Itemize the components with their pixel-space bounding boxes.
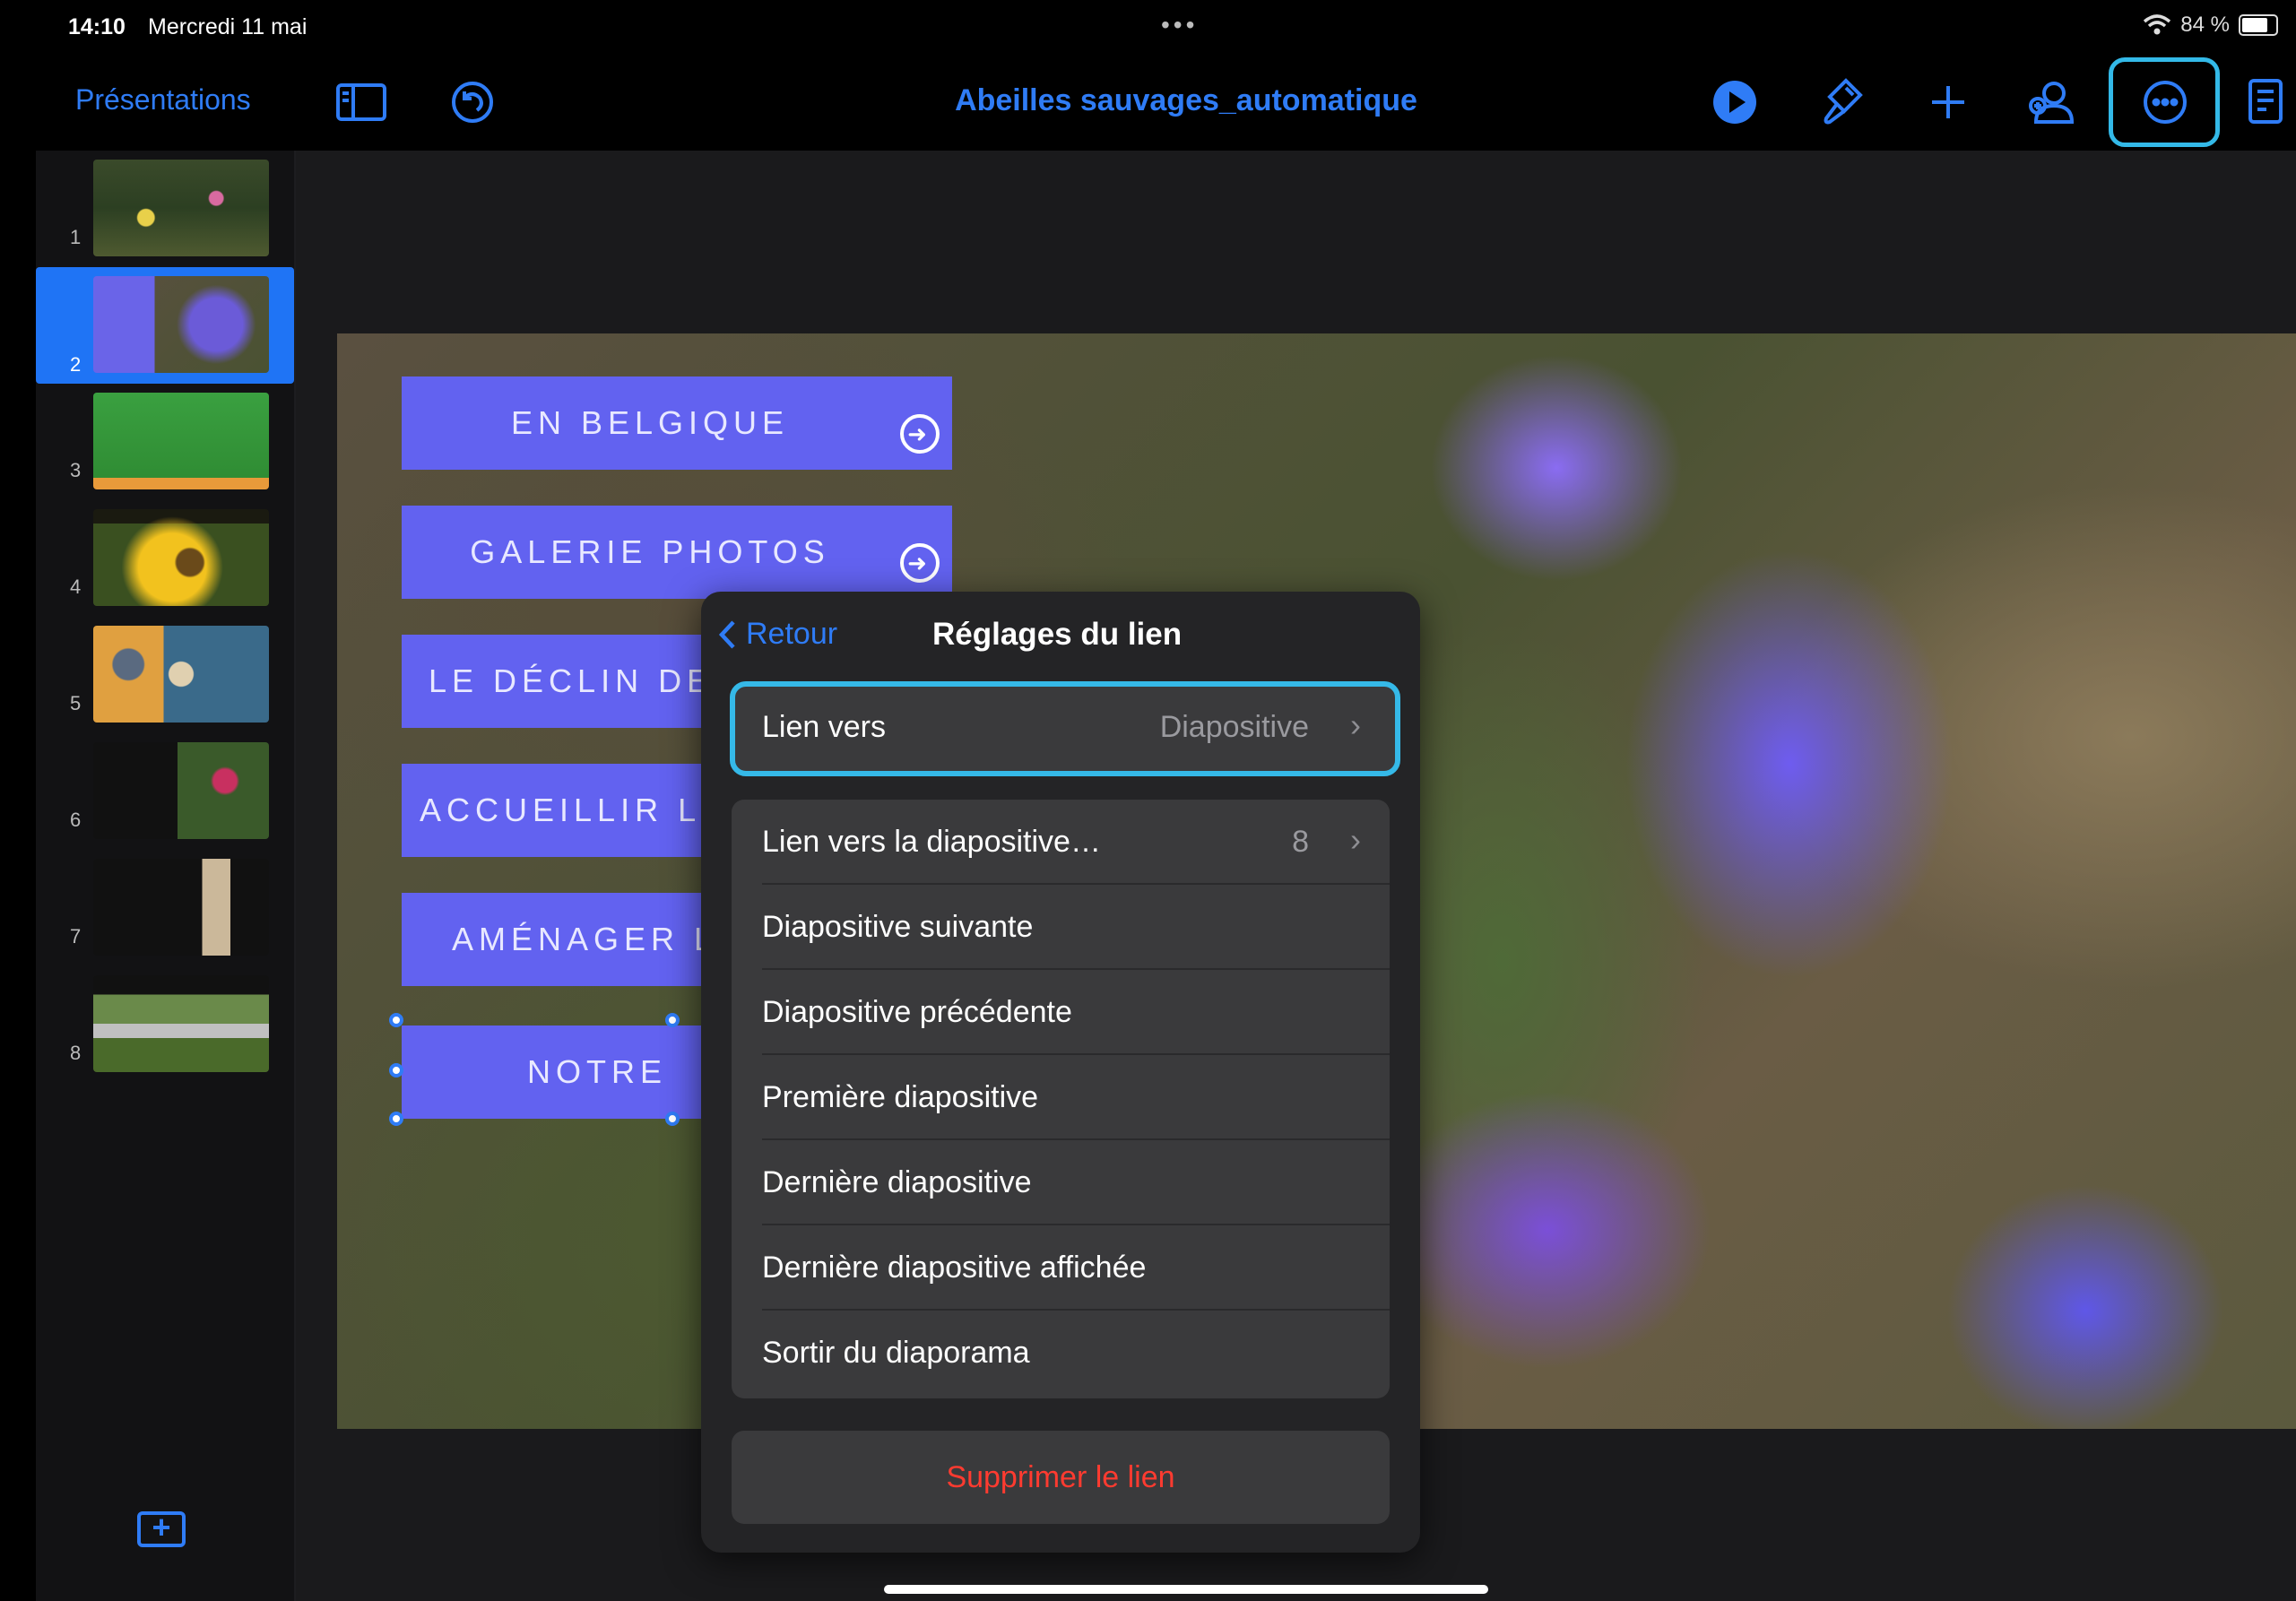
slide-thumbnail-8[interactable]: 8 [36,966,294,1072]
add-slide-button[interactable]: + [137,1511,186,1547]
selection-handle[interactable] [389,1013,403,1027]
format-brush-icon[interactable] [1813,75,1872,129]
slide-number: 3 [70,459,82,481]
option-label: Lien vers la diapositive… [762,825,1101,859]
slide-number: 7 [70,925,82,948]
link-options-list: Lien vers la diapositive… 8 › Diapositiv… [732,800,1390,1398]
option-value: 8 [1292,825,1309,859]
home-indicator[interactable] [884,1585,1488,1594]
slide-thumbnail-4[interactable]: 4 [36,500,294,606]
slide-number: 6 [70,809,82,831]
slide-number: 4 [70,575,82,598]
slide-button-label: EN BELGIQUE [510,404,790,441]
slide-thumbnail-image [93,742,269,839]
slide-thumbnail-image [93,975,269,1072]
option-previous-slide[interactable]: Diapositive précédente [732,970,1390,1055]
slide-thumbnail-image [93,160,269,256]
multitasking-dots[interactable]: ••• [1161,11,1198,39]
status-indicators: 84 % [2143,13,2278,38]
slide-number: 2 [70,353,82,376]
option-first-slide[interactable]: Première diapositive [732,1055,1390,1140]
back-button[interactable]: Retour [717,617,837,652]
option-label: Première diapositive [762,1080,1039,1114]
status-time: 14:10 [68,14,126,39]
option-label: Diapositive suivante [762,910,1034,944]
slide-thumbnail-6[interactable]: 6 [36,733,294,839]
link-to-highlight [730,681,1400,776]
battery-percent: 84 % [2180,13,2230,37]
option-label: Dernière diapositive [762,1165,1032,1199]
slide-thumbnail-5[interactable]: 5 [36,617,294,723]
option-label: Sortir du diaporama [762,1336,1030,1370]
slide-thumbnail-image [93,276,269,373]
slide-thumbnail-image [93,393,269,489]
option-label: Diapositive précédente [762,995,1072,1029]
slide-number: 1 [70,226,82,248]
more-options-highlight [2109,57,2220,147]
presenter-notes-icon[interactable] [2241,75,2292,129]
back-label: Retour [746,617,838,651]
option-label: Dernière diapositive affichée [762,1251,1147,1285]
link-arrow-icon: ➜ [900,543,940,583]
chevron-left-icon [718,619,735,649]
link-arrow-icon: ➜ [900,414,940,454]
slide-thumbnail-image [93,509,269,606]
slide-thumbnail-2[interactable]: 2 [36,267,294,384]
option-link-to-slide[interactable]: Lien vers la diapositive… 8 › [732,800,1390,885]
slide-button-label: LE DÉCLIN DE [429,662,715,699]
popover-title: Réglages du lien [932,617,1183,652]
slide-button-galerie-photos[interactable]: GALERIE PHOTOS ➜ [402,506,952,599]
option-last-viewed-slide[interactable]: Dernière diapositive affichée [732,1225,1390,1311]
add-icon[interactable] [1919,75,1978,129]
chevron-right-icon: › [1350,821,1361,858]
slide-thumbnail-7[interactable]: 7 [36,850,294,956]
battery-icon [2239,14,2278,36]
slide-thumbnail-3[interactable]: 3 [36,384,294,489]
play-icon[interactable] [1705,75,1764,129]
slide-thumbnail-1[interactable]: 1 [36,151,294,256]
status-date: Mercredi 11 mai [148,14,308,39]
slide-button-label: GALERIE PHOTOS [470,533,830,570]
slide-thumbnail-image [93,859,269,956]
option-next-slide[interactable]: Diapositive suivante [732,885,1390,970]
selection-handle[interactable] [665,1112,680,1126]
option-last-slide[interactable]: Dernière diapositive [732,1140,1390,1225]
option-exit-slideshow[interactable]: Sortir du diaporama [732,1311,1390,1396]
slide-button-en-belgique[interactable]: EN BELGIQUE ➜ [402,376,952,470]
slide-number: 5 [70,692,82,714]
slide-thumbnail-image [93,626,269,723]
delete-link-button[interactable]: Supprimer le lien [732,1431,1390,1524]
slide-button-label: AMÉNAGER L [452,921,718,957]
selection-handle[interactable] [389,1063,403,1077]
wifi-icon [2144,14,2171,35]
slide-button-label: ACCUEILLIR LE [420,792,729,828]
selection-handle[interactable] [665,1013,680,1027]
selection-handle[interactable] [389,1112,403,1126]
slide-number: 8 [70,1042,82,1064]
slide-button-label: NOTRE [527,1053,667,1090]
collaborate-icon[interactable] [2023,75,2082,129]
